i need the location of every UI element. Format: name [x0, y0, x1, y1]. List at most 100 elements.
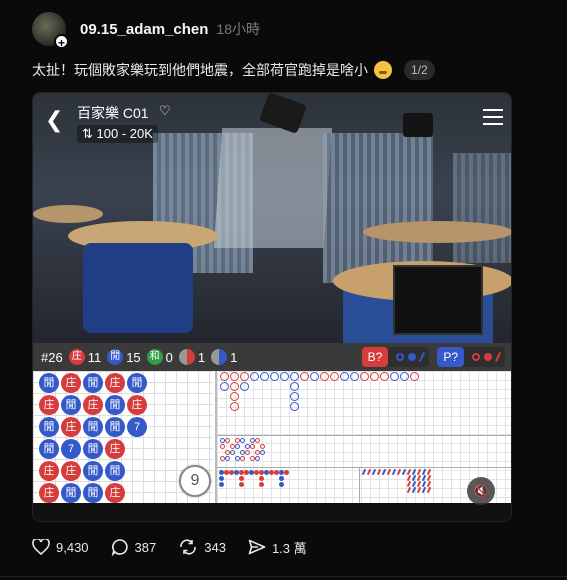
table-title: 百家樂 C01 [77, 105, 149, 121]
big-eye-mark [230, 450, 235, 455]
bead-road-cell: 庄 [127, 395, 147, 415]
bead-road-cell: 閒 [61, 395, 81, 415]
cockroach-road-mark [381, 468, 387, 476]
bead-road-cell: 閒 [83, 461, 103, 481]
small-road-mark [279, 476, 284, 481]
casino-table [33, 205, 103, 223]
cockroach-road-mark [376, 468, 382, 476]
bead-road-cell: 閒 [105, 461, 125, 481]
heart-icon [32, 539, 50, 555]
bead-road-cell: 庄 [105, 439, 125, 459]
big-road-mark [300, 372, 309, 381]
share-button[interactable]: 1.3 萬 [248, 538, 307, 557]
repost-count: 343 [204, 539, 226, 555]
small-road-mark [219, 482, 224, 487]
cockroach-road-mark [396, 468, 402, 476]
small-road-mark [219, 476, 224, 481]
big-road-mark [380, 372, 389, 381]
big-road-mark [240, 382, 249, 391]
favorite-heart-icon[interactable]: ♡ [159, 103, 171, 119]
banker-icon: 庄 [68, 349, 85, 365]
bead-road-cell: 閒 [61, 483, 81, 503]
bead-road-cell: 閒 [105, 395, 125, 415]
follow-plus-icon[interactable]: + [54, 34, 69, 50]
big-eye-mark [225, 438, 230, 443]
swap-icon: ⇅ [82, 126, 97, 141]
back-arrow-icon[interactable]: ❮ [45, 107, 63, 133]
big-road-mark [290, 402, 299, 411]
like-button[interactable]: 9,430 [32, 539, 89, 555]
bead-road-cell: 閒 [127, 373, 147, 393]
bead-road-cell: 庄 [39, 461, 59, 481]
cockroach-road-mark [371, 468, 377, 476]
road-separator [359, 467, 360, 503]
road-separator [217, 435, 511, 436]
big-road [215, 371, 511, 503]
small-road-mark [259, 476, 264, 481]
big-road-mark [370, 372, 379, 381]
big-road-mark [310, 372, 319, 381]
big-road-mark [320, 372, 329, 381]
big-road-mark [330, 372, 339, 381]
action-bar: 9,430 387 343 1.3 萬 [32, 536, 329, 558]
round-number: #26 [41, 349, 63, 365]
bead-road-cell: 閒 [83, 373, 103, 393]
small-road-mark [239, 482, 244, 487]
cockroach-road-mark [416, 486, 422, 494]
small-road-mark [259, 482, 264, 487]
comment-count: 387 [134, 539, 157, 555]
shoe-count-badge[interactable]: 9 [179, 465, 211, 497]
big-eye-mark [245, 450, 250, 455]
cockroach-slash-icon [419, 352, 426, 362]
video-frame[interactable]: ❮ 百家樂 C01 ♡ ⇅ 100 - 20K [33, 93, 511, 343]
bead-road-cell: 庄 [39, 395, 59, 415]
share-count: 1.3 萬 [271, 540, 307, 556]
bead-road-cell: 庄 [83, 395, 103, 415]
media-carousel[interactable]: ❮ 百家樂 C01 ♡ ⇅ 100 - 20K #26 庄 11 閒 15 和 … [32, 92, 512, 522]
cockroach-road-mark [421, 486, 427, 494]
bead-road-cell: 庄 [61, 373, 81, 393]
table-base [83, 243, 193, 333]
divider [0, 576, 567, 577]
small-road-mark [279, 482, 284, 487]
big-eye-ring-icon [472, 353, 480, 361]
big-eye-mark [260, 444, 265, 449]
mute-icon[interactable]: 🔇 [467, 477, 495, 505]
big-eye-mark [220, 444, 225, 449]
big-road-mark [340, 372, 349, 381]
big-eye-mark [260, 450, 265, 455]
banker-pair-count: 1 [197, 349, 206, 365]
bead-road-cell: 閒 [83, 483, 103, 503]
avatar[interactable]: + [32, 12, 69, 50]
cockroach-road-mark [406, 486, 412, 494]
big-eye-mark [250, 444, 255, 449]
repost-button[interactable]: 343 [178, 538, 226, 556]
big-road-mark [220, 382, 229, 391]
stats-bar: #26 庄 11 閒 15 和 0 1 1 B? P? [33, 343, 511, 371]
bead-road-cell: 閒 [39, 417, 59, 437]
big-eye-ring-icon [396, 353, 405, 361]
player-predict-button[interactable]: P? [437, 347, 505, 367]
username[interactable]: 09.15_adam_chen [80, 21, 208, 38]
small-road-dot-icon [408, 353, 417, 361]
big-road-mark [270, 372, 279, 381]
player-pair-count: 1 [230, 349, 238, 365]
big-road-mark [230, 382, 239, 391]
big-road-mark [290, 372, 299, 381]
comment-button[interactable]: 387 [111, 538, 157, 556]
post-time: 18小時 [216, 21, 260, 37]
small-road-mark [239, 476, 244, 481]
cockroach-road-mark [401, 468, 407, 476]
banker-predict-button[interactable]: B? [361, 347, 430, 367]
hamburger-menu-icon[interactable] [483, 109, 503, 130]
big-eye-mark [225, 456, 230, 461]
big-road-mark [240, 372, 249, 381]
shushing-face-emoji-icon [374, 61, 392, 79]
big-road-mark [230, 372, 239, 381]
casino-table [363, 221, 511, 243]
big-road-mark [290, 382, 299, 391]
big-eye-mark [240, 438, 245, 443]
player-predict-label: P? [437, 347, 464, 367]
banker-predict-label: B? [361, 347, 389, 367]
card-shoe-machine [393, 265, 483, 335]
